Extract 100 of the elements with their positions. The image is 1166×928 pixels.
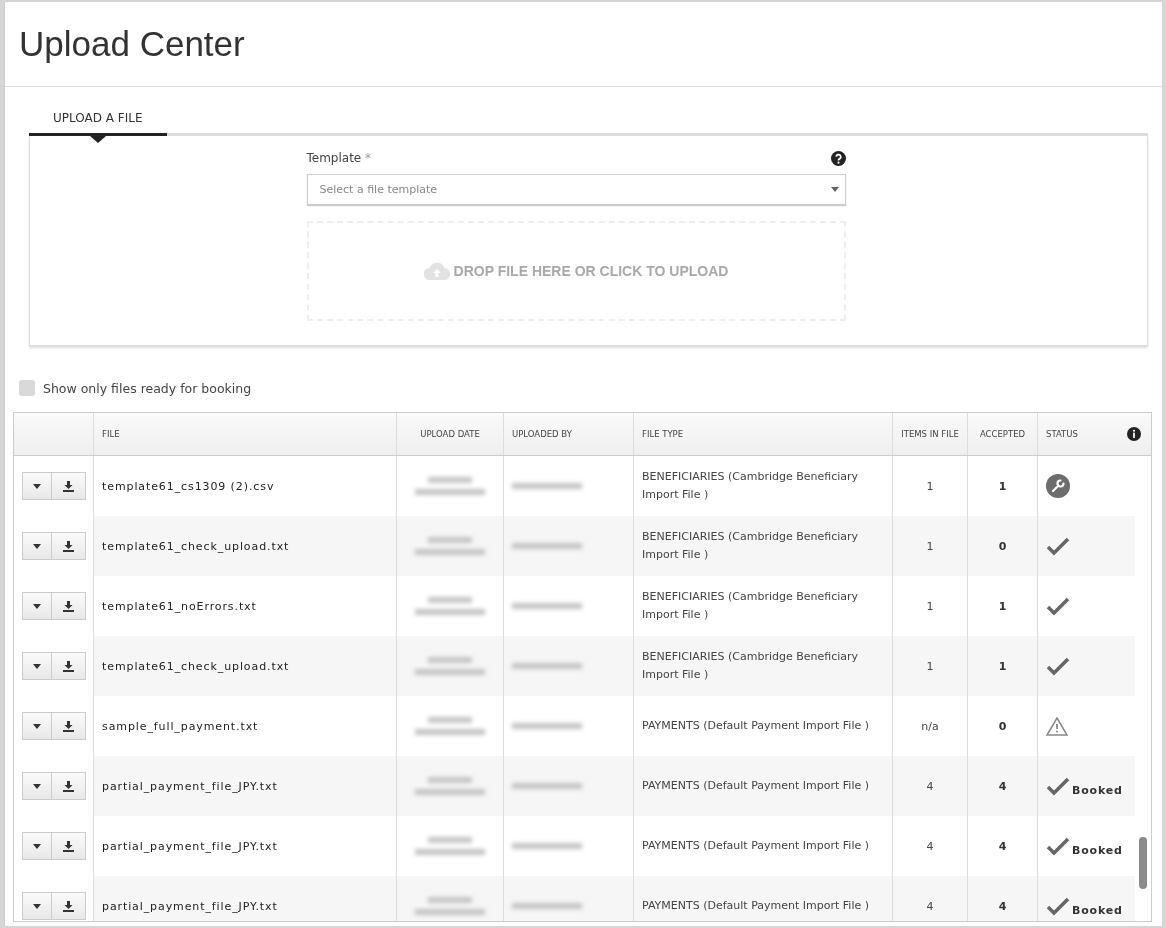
download-icon [62,660,74,672]
blurred-text [415,477,485,495]
checkmark-icon [1046,536,1070,556]
items-count: 4 [926,839,934,853]
checkbox[interactable] [19,380,35,396]
column-header: ITEMS IN FILE [901,429,959,439]
dropdown-button[interactable] [21,532,52,560]
download-icon [62,600,74,612]
checkmark-icon [1046,896,1070,916]
help-icon[interactable] [830,150,846,166]
file-type: PAYMENTS (Default Payment Import File ) [642,778,870,794]
checkbox-label: Show only files ready for booking [43,380,252,396]
file-name: partial_payment_file_JPY.txt [102,899,278,913]
file-type: PAYMENTS (Default Payment Import File ) [642,838,870,854]
accepted-count: 1 [998,659,1007,673]
blurred-text [512,843,582,849]
tab[interactable]: UPLOAD A FILE [29,103,167,136]
status-label: Booked [1072,783,1123,797]
cloud-upload-icon [423,262,450,280]
download-button[interactable] [51,712,86,740]
download-icon [62,900,74,912]
blurred-text [512,603,582,609]
column-header: ACCEPTED [979,429,1026,439]
caret-icon [32,723,41,729]
checkmark-icon [1046,656,1070,676]
accepted-count: 1 [998,599,1007,613]
blurred-text [415,897,485,915]
file-type: BENEFICIARIES (Cambridge Beneficiary Import File ) [642,529,860,563]
file-name: template61_cs1309 (2).csv [102,479,275,493]
file-type: BENEFICIARIES (Cambridge Beneficiary Import File ) [642,469,860,503]
file-name: partial_payment_file_JPY.txt [102,779,278,793]
blurred-text [512,663,582,669]
caret-icon [32,603,41,609]
items-count: 1 [926,659,934,673]
file-name: sample_full_payment.txt [102,719,259,733]
file-type: BENEFICIARIES (Cambridge Beneficiary Import File ) [642,589,860,623]
caret-icon [32,783,41,789]
file-name: template61_check_upload.txt [102,539,290,553]
accepted-count: 4 [998,779,1007,793]
items-count: 1 [926,479,934,493]
dropdown-button[interactable] [21,712,52,740]
blurred-text [415,837,485,855]
accepted-count: 0 [998,539,1007,553]
blurred-text [415,537,485,555]
items-count: 1 [926,599,934,613]
accepted-count: 4 [998,899,1007,913]
caret-icon [32,843,41,849]
download-icon [62,840,74,852]
file-name: template61_check_upload.txt [102,659,290,673]
caret-icon [32,483,41,489]
download-button[interactable] [51,532,86,560]
caret-icon [830,187,839,192]
column-header: FILE TYPE [642,429,684,439]
download-button[interactable] [51,772,86,800]
file-name: partial_payment_file_JPY.txt [102,839,278,853]
file-type: PAYMENTS (Default Payment Import File ) [642,898,870,914]
blurred-text [512,783,582,789]
accepted-count: 4 [998,839,1007,853]
page-title: Upload Center [19,24,245,64]
dropdown-button[interactable] [21,832,52,860]
download-button[interactable] [51,892,86,920]
status-label: Booked [1072,843,1123,857]
info-icon[interactable] [1127,427,1141,441]
caret-icon [32,903,41,909]
status-label: Booked [1072,903,1123,917]
dropdown-button[interactable] [21,892,52,920]
checkmark-icon [1046,776,1070,796]
download-button[interactable] [51,592,86,620]
download-icon [62,780,74,792]
download-button[interactable] [51,832,86,860]
blurred-text [415,657,485,675]
dropdown-button[interactable] [21,592,52,620]
items-count: n/a [921,719,939,733]
checkmark-icon [1046,596,1070,616]
column-header: UPLOAD DATE [420,429,480,439]
items-count: 4 [926,779,934,793]
dropdown-button[interactable] [21,652,52,680]
blurred-text [512,483,582,489]
column-header: FILE [102,429,120,439]
blurred-text [512,903,582,909]
tab-pointer-icon [89,136,106,143]
download-icon [62,540,74,552]
download-button[interactable] [51,472,86,500]
dropdown-button[interactable] [21,772,52,800]
dropdown-button[interactable] [21,472,52,500]
accepted-count: 1 [998,479,1007,493]
download-button[interactable] [51,652,86,680]
download-icon [62,720,74,732]
blurred-text [512,723,582,729]
file-name: template61_noErrors.txt [102,599,257,613]
items-count: 4 [926,899,934,913]
file-type: PAYMENTS (Default Payment Import File ) [642,718,870,734]
accepted-count: 0 [998,719,1007,733]
blurred-text [415,777,485,795]
blurred-text [415,717,485,735]
template-select[interactable]: Select a file template [306,174,846,205]
download-icon [62,480,74,492]
drop-text: DROP FILE HERE OR CLICK TO UPLOAD [453,263,729,279]
caret-icon [32,663,41,669]
scrollbar-thumb[interactable] [1139,837,1147,889]
